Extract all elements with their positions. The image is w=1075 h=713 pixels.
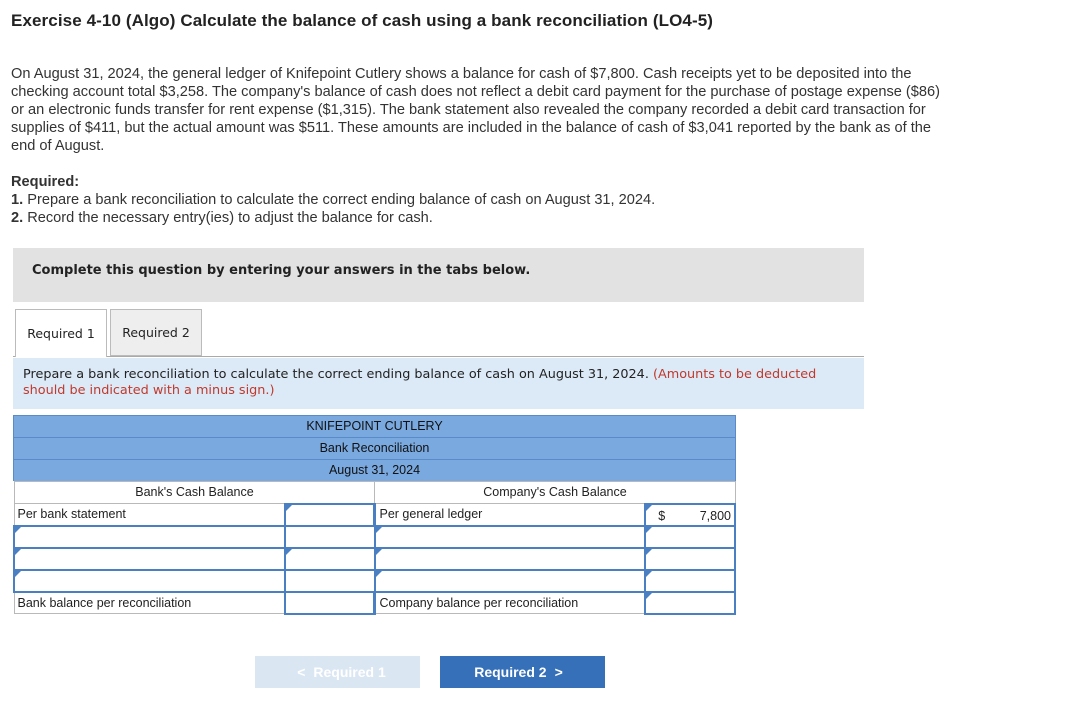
total-row: Bank balance per reconciliation Company … (13, 590, 736, 615)
bank-item-1-select[interactable] (12, 524, 287, 549)
company-item-3-amount-input[interactable] (644, 568, 736, 593)
bank-total-label: Bank balance per reconciliation (13, 591, 286, 614)
required-item-1: 1. Prepare a bank reconciliation to calc… (11, 191, 655, 209)
company-item-1-select[interactable] (373, 524, 647, 549)
chevron-right-icon: > (554, 664, 563, 680)
company-first-label: Per general ledger (373, 503, 646, 526)
table-row (12, 568, 736, 593)
bank-item-3-amount-input[interactable] (284, 568, 376, 593)
bank-item-3-select[interactable] (12, 568, 287, 593)
company-item-3-select[interactable] (373, 568, 647, 593)
company-name: KNIFEPOINT CUTLERY (13, 415, 736, 437)
next-button-label: Required 2 (474, 664, 547, 680)
required-item-2-num: 2. (11, 210, 24, 226)
company-total-input[interactable] (644, 590, 736, 615)
reconciliation-heading: Bank Reconciliation (13, 437, 736, 459)
tab-divider (13, 356, 864, 357)
company-item-2-amount-input[interactable] (644, 546, 736, 571)
required-item-2: 2. Record the necessary entry(ies) to ad… (11, 209, 655, 227)
instruction-text: Prepare a bank reconciliation to calcula… (23, 367, 649, 382)
company-column-header: Company's Cash Balance (374, 481, 736, 504)
bank-column-header: Bank's Cash Balance (13, 481, 376, 504)
table-row (12, 524, 736, 549)
next-button[interactable]: Required 2 > (440, 656, 605, 688)
tab-required-2[interactable]: Required 2 (110, 309, 202, 356)
bank-item-1-amount-input[interactable] (284, 524, 376, 549)
table-row: Per bank statement Per general ledger $ … (13, 502, 736, 527)
bank-item-2-select[interactable] (12, 546, 287, 571)
bank-item-2-amount-input[interactable] (284, 546, 376, 571)
table-row (12, 546, 736, 571)
column-header-row: Bank's Cash Balance Company's Cash Balan… (13, 481, 736, 504)
reconciliation-table: Bank's Cash Balance Company's Cash Balan… (12, 481, 736, 615)
currency-symbol: $ (658, 508, 666, 523)
banner-text: Complete this question by entering your … (32, 263, 531, 278)
required-section: Required: 1. Prepare a bank reconciliati… (11, 173, 655, 227)
required-heading: Required: (11, 174, 80, 190)
reconciliation-date: August 31, 2024 (13, 459, 736, 481)
required-item-1-text: Prepare a bank reconciliation to calcula… (27, 192, 656, 208)
previous-button[interactable]: < Required 1 (255, 656, 420, 688)
bank-reconciliation-form: KNIFEPOINT CUTLERY Bank Reconciliation A… (12, 415, 736, 615)
company-first-amount[interactable]: $ 7,800 (644, 502, 736, 527)
company-total-label: Company balance per reconciliation (373, 591, 646, 614)
bank-first-label: Per bank statement (13, 503, 286, 526)
company-item-1-amount-input[interactable] (644, 524, 736, 549)
company-item-2-select[interactable] (373, 546, 647, 571)
required-item-2-text: Record the necessary entry(ies) to adjus… (27, 210, 433, 226)
instruction-banner: Complete this question by entering your … (13, 248, 864, 302)
bank-first-amount-input[interactable] (284, 502, 376, 527)
tab-instruction: Prepare a bank reconciliation to calcula… (13, 358, 864, 409)
chevron-left-icon: < (297, 664, 306, 680)
tab-required-1[interactable]: Required 1 (15, 309, 107, 357)
problem-text: On August 31, 2024, the general ledger o… (11, 66, 940, 154)
bank-total-input[interactable] (284, 590, 376, 615)
page-title: Exercise 4-10 (Algo) Calculate the balan… (11, 11, 714, 30)
previous-button-label: Required 1 (313, 664, 386, 680)
company-first-value: 7,800 (699, 508, 731, 523)
required-item-1-num: 1. (11, 192, 24, 208)
